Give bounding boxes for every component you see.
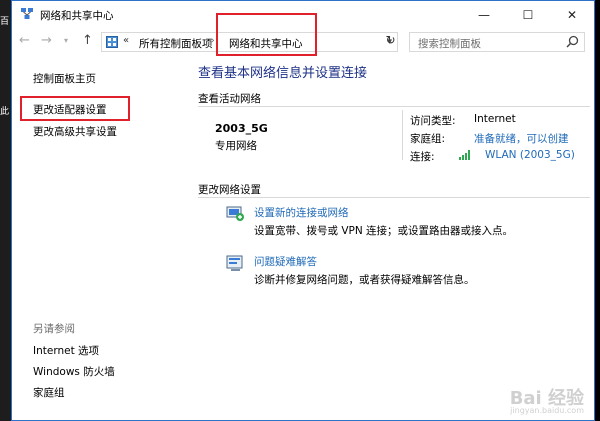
see-also-internet-options[interactable]: Internet 选项 [33,343,99,358]
change-settings-heading: 更改网络设置 [198,184,261,196]
sidebar-item-control-panel-home[interactable]: 控制面板主页 [33,71,96,86]
search-input[interactable]: 搜索控制面板 [409,32,585,52]
network-sharing-center-window: 网络和共享中心 — ☐ ✕ ← → ▾ ↑ « 所有控制面板项 › 网络和共享中… [11,0,595,421]
setup-new-connection-link[interactable]: 设置新的连接或网络 [254,205,349,220]
new-connection-icon [226,206,244,221]
minimize-button[interactable]: — [462,1,506,28]
homegroup-label: 家庭组: [410,133,446,145]
back-arrow-icon[interactable]: ← [19,33,30,48]
forward-arrow-icon[interactable]: → [41,33,52,48]
setup-new-connection-description: 设置宽带、拨号或 VPN 连接；或设置路由器或接入点。 [254,225,514,237]
section-divider [198,197,590,198]
active-networks-heading: 查看活动网络 [198,93,261,105]
maximize-button[interactable]: ☐ [506,1,550,28]
desktop-icon-label: 此 [0,107,10,117]
watermark-url: jingyan.baidu.com [510,406,584,415]
troubleshoot-link[interactable]: 问题疑难解答 [254,254,317,269]
refresh-icon[interactable]: ↻ [382,33,399,51]
troubleshoot-description: 诊断并修复网络问题，或者获得疑难解答信息。 [254,274,475,286]
connection-label: 连接: [410,151,435,163]
see-also-windows-firewall[interactable]: Windows 防火墙 [33,364,115,379]
control-panel-icon [106,36,118,48]
main-content: 查看基本网络信息并设置连接 查看活动网络 2003_5G 专用网络 访问类型: … [182,56,594,420]
search-icon[interactable] [566,35,579,48]
chevron-right-icon[interactable]: › [211,36,215,46]
sidebar-item-advanced-sharing[interactable]: 更改高级共享设置 [33,124,117,139]
watermark: Bai 经验 jingyan.baidu.com [510,384,584,415]
window-title: 网络和共享中心 [40,10,114,22]
recent-locations-icon[interactable]: ▾ [64,36,68,45]
up-arrow-icon[interactable]: ↑ [82,33,93,48]
page-title: 查看基本网络信息并设置连接 [198,66,368,81]
network-app-icon [21,8,33,19]
highlight-box-adapter-settings [20,96,130,121]
column-divider [402,110,403,160]
connection-link[interactable]: WLAN (2003_5G) [485,149,575,161]
troubleshoot-icon [226,255,243,271]
see-also-homegroup[interactable]: 家庭组 [33,385,65,400]
close-button[interactable]: ✕ [550,1,594,28]
network-name: 2003_5G [215,122,268,135]
see-also-heading: 另请参阅 [33,323,75,335]
homegroup-link[interactable]: 准备就绪，可以创建 [474,131,569,146]
desktop-icon-label: 百 [0,17,10,27]
network-type: 专用网络 [215,140,257,152]
access-type-value: Internet [474,113,516,125]
highlight-box-breadcrumb [216,13,317,56]
breadcrumb-all-items[interactable]: 所有控制面板项 [139,36,213,51]
address-overflow-icon[interactable]: « [123,35,129,46]
section-divider [198,106,590,107]
wifi-signal-icon [459,150,470,160]
access-type-label: 访问类型: [410,115,456,127]
search-placeholder: 搜索控制面板 [418,38,481,50]
